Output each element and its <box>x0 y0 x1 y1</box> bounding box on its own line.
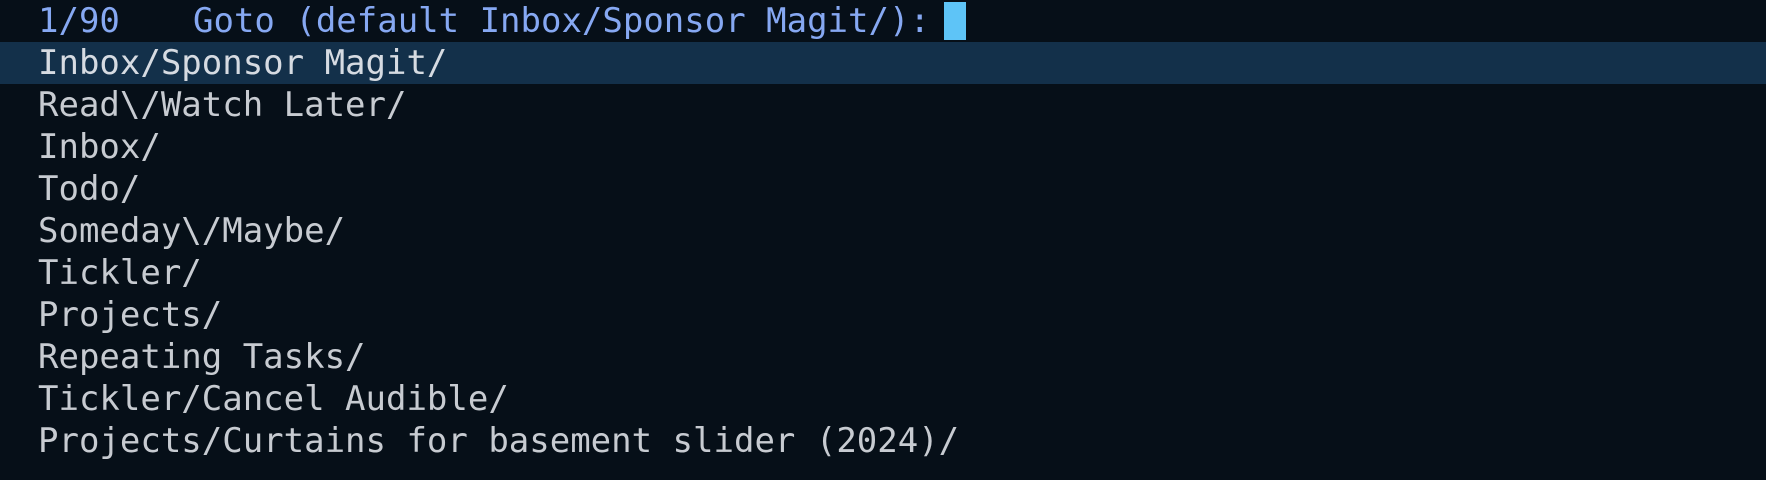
candidate-item[interactable]: Projects/ <box>0 294 1766 336</box>
candidate-item[interactable]: Read\/Watch Later/ <box>0 84 1766 126</box>
candidate-item[interactable]: Projects/Curtains for basement slider (2… <box>0 420 1766 462</box>
candidate-item[interactable]: Inbox/ <box>0 126 1766 168</box>
prompt-text: Goto (default Inbox/Sponsor Magit/): <box>193 1 930 41</box>
text-cursor <box>943 2 966 40</box>
candidate-item[interactable]: Repeating Tasks/ <box>0 336 1766 378</box>
candidate-item[interactable]: Inbox/Sponsor Magit/ <box>0 42 1766 84</box>
candidate-item[interactable]: Tickler/Cancel Audible/ <box>0 378 1766 420</box>
candidate-list: Inbox/Sponsor Magit/ Read\/Watch Later/ … <box>0 42 1766 462</box>
candidate-item[interactable]: Todo/ <box>0 168 1766 210</box>
minibuffer: 1/90 Goto (default Inbox/Sponsor Magit/)… <box>0 0 1766 480</box>
prompt-line[interactable]: 1/90 Goto (default Inbox/Sponsor Magit/)… <box>0 0 1766 42</box>
candidate-item[interactable]: Tickler/ <box>0 252 1766 294</box>
candidate-count: 1/90 <box>38 1 120 41</box>
candidate-item[interactable]: Someday\/Maybe/ <box>0 210 1766 252</box>
